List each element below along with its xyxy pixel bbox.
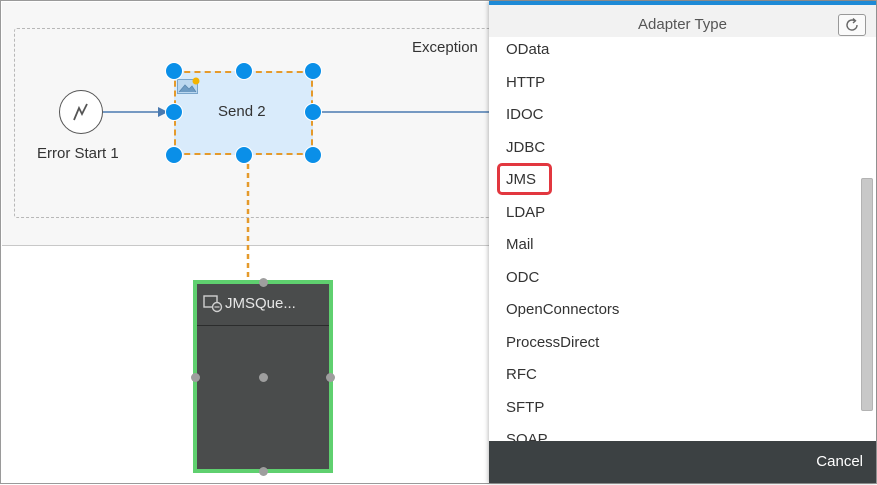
cancel-button[interactable]: Cancel [816, 453, 863, 470]
dialog-footer: Cancel [489, 441, 876, 483]
refresh-button[interactable] [838, 14, 866, 36]
resize-handle-top[interactable] [235, 62, 253, 80]
adapter-item-soap[interactable]: SOAP [506, 431, 548, 441]
receiver-handle-bottom[interactable] [259, 467, 268, 476]
adapter-item-http[interactable]: HTTP [506, 74, 545, 91]
receiver-handle-left[interactable] [191, 373, 200, 382]
resize-handle-right[interactable] [304, 103, 322, 121]
error-start-event[interactable] [59, 90, 103, 134]
receiver-label: JMSQue... [225, 295, 296, 312]
adapter-item-idoc[interactable]: IDOC [506, 106, 544, 123]
resize-handle-bottom-right[interactable] [304, 146, 322, 164]
adapter-item-rfc[interactable]: RFC [506, 366, 537, 383]
send-step-label: Send 2 [218, 103, 266, 120]
error-icon [73, 103, 88, 121]
adapter-item-jms[interactable]: JMS [506, 171, 536, 188]
receiver-divider [197, 325, 329, 326]
adapter-item-sftp[interactable]: SFTP [506, 399, 544, 416]
receiver-handle-top[interactable] [259, 278, 268, 287]
adapter-type-dialog: Adapter Type OData HTTP IDOC JDBC LDAP M… [489, 1, 876, 483]
adapter-item-openconnectors[interactable]: OpenConnectors [506, 301, 619, 318]
dialog-title: Adapter Type [638, 16, 727, 33]
refresh-icon [846, 17, 858, 31]
send-step-icon [177, 77, 200, 94]
dialog-header: Adapter Type [489, 5, 876, 37]
resize-handle-top-right[interactable] [304, 62, 322, 80]
resize-handle-top-left[interactable] [165, 62, 183, 80]
adapter-item-jms-highlight[interactable]: JMS [497, 163, 552, 195]
receiver-handle-center[interactable] [259, 373, 268, 382]
start-event-label: Error Start 1 [37, 145, 119, 162]
adapter-item-jdbc[interactable]: JDBC [506, 139, 545, 156]
adapter-list[interactable]: OData HTTP IDOC JDBC LDAP Mail ODC OpenC… [489, 37, 876, 441]
adapter-item-odata[interactable]: OData [506, 41, 549, 58]
receiver-handle-right[interactable] [326, 373, 335, 382]
resize-handle-bottom-left[interactable] [165, 146, 183, 164]
adapter-item-ldap[interactable]: LDAP [506, 204, 545, 221]
adapter-item-processdirect[interactable]: ProcessDirect [506, 334, 599, 351]
adapter-item-odc[interactable]: ODC [506, 269, 539, 286]
scrollbar-thumb[interactable] [861, 178, 873, 411]
adapter-item-mail[interactable]: Mail [506, 236, 534, 253]
resize-handle-bottom[interactable] [235, 146, 253, 164]
resize-handle-left[interactable] [165, 103, 183, 121]
queue-icon [203, 295, 223, 313]
